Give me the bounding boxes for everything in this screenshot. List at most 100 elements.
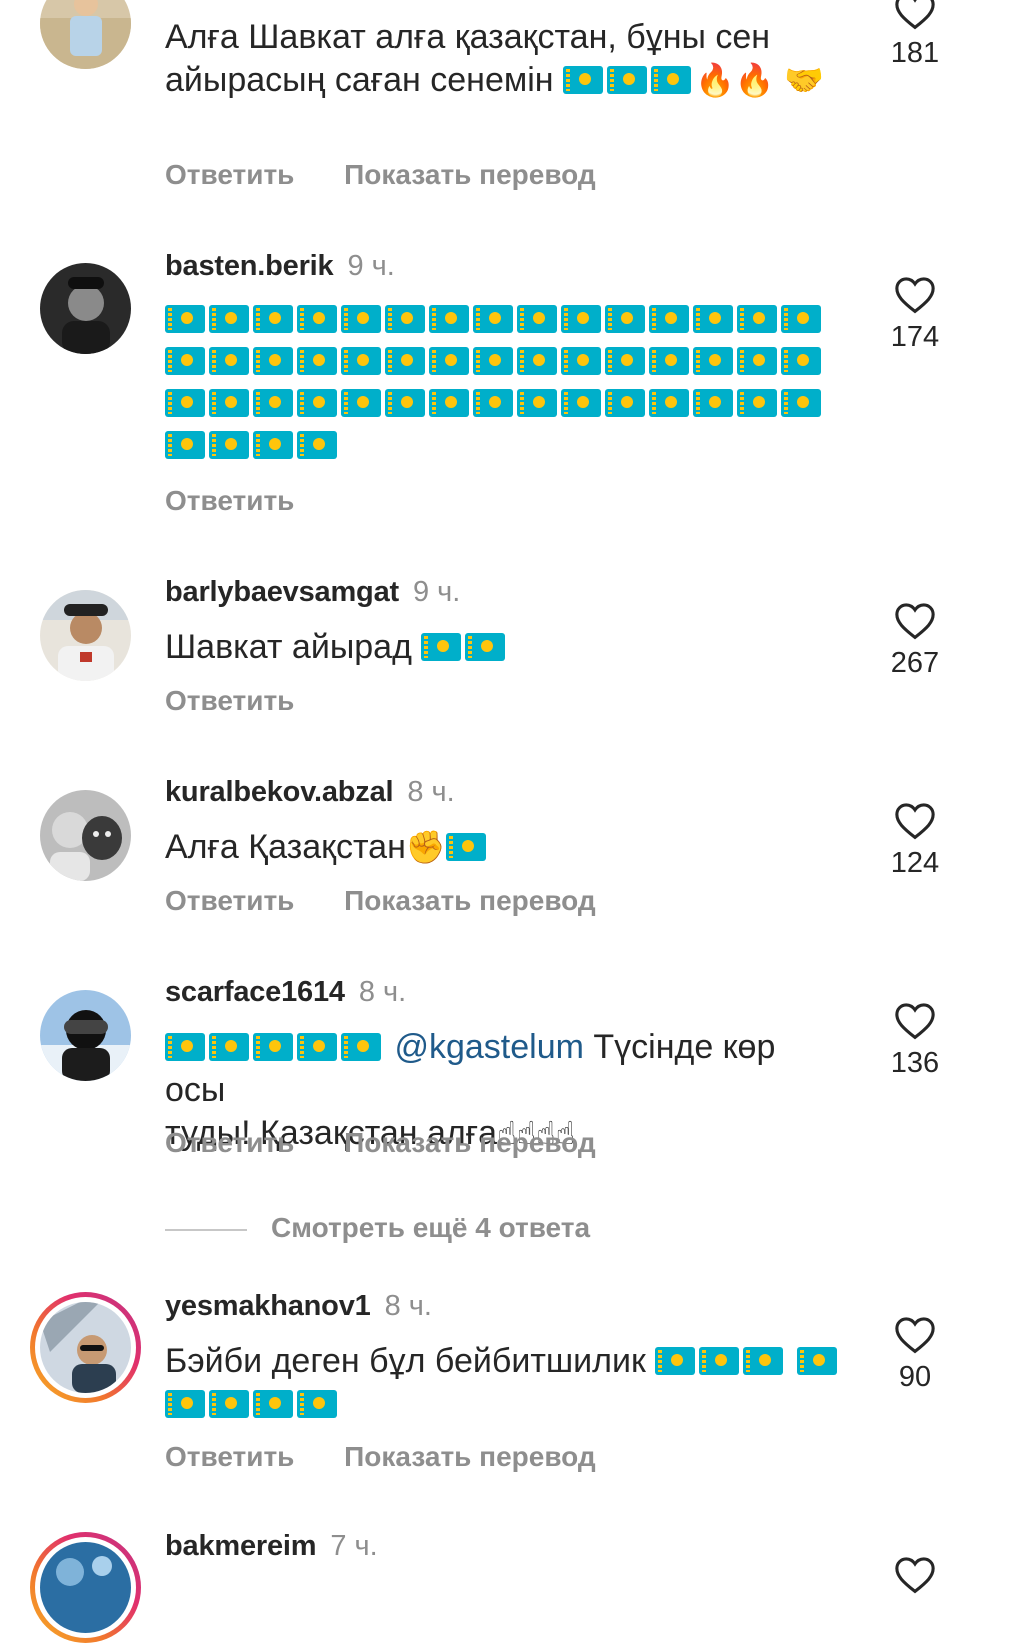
like-button[interactable]: 90 (880, 1316, 950, 1394)
kazakhstan-flag-icon (253, 389, 293, 417)
raised-fist-emoji-icon: ✊ (405, 829, 446, 865)
kazakhstan-flag-icon (297, 305, 337, 333)
kazakhstan-flag-icon (429, 389, 469, 417)
reply-button[interactable]: Ответить (165, 1441, 294, 1472)
timestamp: 7 ч. (330, 1530, 378, 1562)
kazakhstan-flag-icon (253, 431, 293, 459)
kazakhstan-flag-icon (165, 431, 205, 459)
timestamp: 8 ч. (407, 776, 455, 808)
kazakhstan-flag-icon (607, 66, 648, 94)
avatar-image (40, 1542, 131, 1633)
like-button[interactable]: 136 (880, 1002, 950, 1080)
kazakhstan-flag-icon (253, 347, 293, 375)
mention-link[interactable]: @kgastelum (394, 1028, 583, 1066)
heart-outline-icon (895, 803, 935, 840)
show-translation-button[interactable]: Показать перевод (344, 159, 596, 190)
like-count: 124 (890, 847, 940, 879)
like-button[interactable] (880, 1556, 950, 1594)
kazakhstan-flag-icon (165, 347, 205, 375)
heart-outline-icon (895, 1317, 935, 1354)
like-count: 90 (898, 1361, 932, 1393)
like-button[interactable]: 181 (880, 0, 950, 70)
timestamp: 9 ч. (347, 250, 395, 282)
kazakhstan-flag-icon (209, 1390, 249, 1418)
show-translation-button[interactable]: Показать перевод (344, 1127, 596, 1158)
kazakhstan-flag-icon (429, 305, 469, 333)
comment-text: Алға Қазақстан✊ (165, 826, 845, 869)
kazakhstan-flag-icon (341, 305, 381, 333)
kazakhstan-flag-icon (693, 389, 733, 417)
avatar[interactable] (40, 590, 131, 681)
kazakhstan-flag-icon (165, 1390, 205, 1418)
kazakhstan-flag-icon (341, 347, 381, 375)
kazakhstan-flag-icon (165, 1033, 205, 1061)
comment-text: Шавкат айырад (165, 626, 845, 669)
kazakhstan-flag-icon (517, 389, 557, 417)
comment-header: basten.berik 9 ч. (165, 248, 395, 284)
kazakhstan-flag-icon (165, 389, 205, 417)
kazakhstan-flag-icon (297, 347, 337, 375)
kazakhstan-flag-icon (297, 389, 337, 417)
kazakhstan-flag-icon (743, 1347, 784, 1375)
show-translation-button[interactable]: Показать перевод (344, 1441, 596, 1472)
view-more-replies-button[interactable]: Смотреть ещё 4 ответа (165, 1212, 590, 1244)
heart-outline-icon (895, 1003, 935, 1040)
avatar[interactable] (40, 790, 131, 881)
fire-emoji-icon: 🔥 (695, 62, 735, 98)
comment-header: barlybaevsamgat 9 ч. (165, 574, 460, 610)
kazakhstan-flag-icon (561, 305, 601, 333)
kazakhstan-flag-icon (429, 347, 469, 375)
avatar[interactable] (40, 263, 131, 354)
kazakhstan-flag-icon (781, 347, 821, 375)
comment-actions: Ответить Показать перевод (165, 884, 596, 918)
comment-actions: Ответить Показать перевод (165, 1126, 596, 1160)
kazakhstan-flag-icon (385, 305, 425, 333)
handshake-emoji-icon: 🤝 (784, 62, 824, 98)
kazakhstan-flag-icon (737, 389, 777, 417)
kazakhstan-flag-icon (445, 833, 486, 861)
username[interactable]: yesmakhanov1 (165, 1290, 371, 1322)
kazakhstan-flag-icon (341, 1033, 381, 1061)
username[interactable]: barlybaevsamgat (165, 576, 399, 608)
reply-button[interactable]: Ответить (165, 685, 294, 716)
reply-button[interactable]: Ответить (165, 1127, 294, 1158)
avatar-image (40, 0, 131, 69)
story-ring[interactable] (30, 1532, 141, 1643)
kazakhstan-flag-icon (561, 347, 601, 375)
kazakhstan-flag-icon (165, 305, 205, 333)
reply-button[interactable]: Ответить (165, 485, 294, 516)
kazakhstan-flag-icon (655, 1347, 696, 1375)
show-translation-button[interactable]: Показать перевод (344, 885, 596, 916)
like-count: 181 (890, 37, 940, 69)
username[interactable]: basten.berik (165, 250, 334, 282)
avatar[interactable] (40, 0, 131, 69)
reply-button[interactable]: Ответить (165, 159, 294, 190)
comment-header: scarface1614 8 ч. (165, 974, 406, 1010)
like-button[interactable]: 124 (880, 802, 950, 880)
kazakhstan-flag-icon (651, 66, 692, 94)
heart-outline-icon (895, 277, 935, 314)
reply-button[interactable]: Ответить (165, 885, 294, 916)
kazakhstan-flag-icon (297, 1390, 337, 1418)
like-button[interactable]: 174 (880, 276, 950, 354)
kazakhstan-flag-icon (253, 1033, 293, 1061)
avatar-image (40, 263, 131, 354)
comment-actions: Ответить (165, 484, 336, 518)
kazakhstan-flag-icon (253, 305, 293, 333)
kazakhstan-flag-icon (649, 305, 689, 333)
username[interactable]: bakmereim (165, 1530, 317, 1562)
username[interactable]: scarface1614 (165, 976, 345, 1008)
comment-header: kuralbekov.abzal 8 ч. (165, 774, 455, 810)
kazakhstan-flag-icon (517, 305, 557, 333)
story-ring[interactable] (30, 1292, 141, 1403)
avatar[interactable] (40, 990, 131, 1081)
kazakhstan-flag-icon (649, 389, 689, 417)
avatar-image (40, 790, 131, 881)
comment-text (165, 298, 855, 466)
avatar-image (40, 990, 131, 1081)
like-button[interactable]: 267 (880, 602, 950, 680)
avatar-image (40, 590, 131, 681)
kazakhstan-flag-icon (781, 389, 821, 417)
timestamp: 8 ч. (384, 1290, 432, 1322)
username[interactable]: kuralbekov.abzal (165, 776, 394, 808)
